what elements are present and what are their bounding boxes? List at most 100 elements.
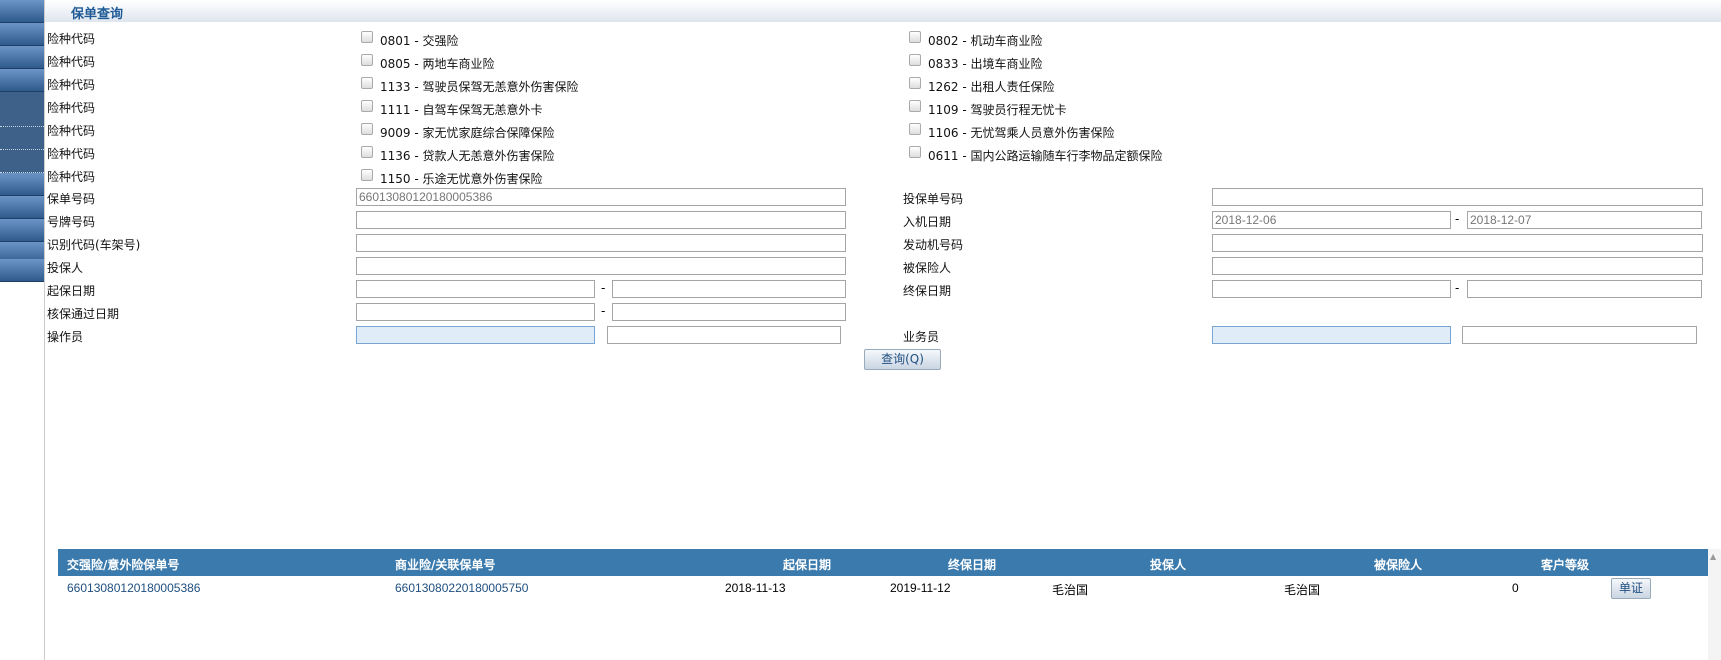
scrollbar[interactable]: ▲ (1708, 549, 1721, 660)
operator-name-input[interactable] (607, 326, 841, 344)
risk-checkbox[interactable] (361, 77, 373, 89)
column-header: 客户等级 (1541, 558, 1590, 572)
risk-code-label: 险种代码 (47, 170, 96, 184)
risk-code-label: 险种代码 (47, 124, 96, 138)
insured-cell: 毛治国 (1284, 583, 1321, 597)
column-header: 起保日期 (783, 558, 832, 572)
sidebar-item[interactable] (0, 69, 44, 92)
compulsory-policy-link[interactable]: 66013080120180005386 (67, 581, 200, 595)
sidebar-item[interactable] (0, 219, 44, 242)
sidebar-item[interactable] (0, 259, 44, 282)
risk-checkbox[interactable] (361, 169, 373, 181)
start-date-label: 起保日期 (47, 284, 96, 298)
approve-date-from-input[interactable] (356, 303, 595, 321)
column-header: 终保日期 (948, 558, 997, 572)
risk-code-label: 险种代码 (47, 55, 96, 69)
risk-checkbox[interactable] (909, 77, 921, 89)
approve-date-label: 核保通过日期 (47, 307, 120, 321)
page-header: 保单查询 (45, 0, 1721, 22)
salesman-label: 业务员 (903, 330, 940, 344)
policy-no-input[interactable]: 66013080120180005386 (356, 188, 846, 206)
column-header: 投保人 (1150, 558, 1187, 572)
operator-label: 操作员 (47, 330, 84, 344)
salesman-code-input[interactable] (1212, 326, 1451, 344)
range-dash: - (1455, 281, 1460, 295)
approve-date-to-input[interactable] (612, 303, 846, 321)
operator-code-input[interactable] (356, 326, 595, 344)
risk-checkbox[interactable] (909, 31, 921, 43)
risk-checkbox[interactable] (909, 146, 921, 158)
customer-level-cell: 0 (1512, 581, 1519, 595)
plate-no-input[interactable] (356, 211, 846, 229)
risk-option-label: 0611 - 国内公路运输随车行李物品定额保险 (928, 149, 1163, 163)
query-button[interactable]: 查询(Q) (864, 349, 941, 370)
sidebar-item[interactable] (0, 196, 44, 219)
risk-code-label: 险种代码 (47, 32, 96, 46)
document-button[interactable]: 单证 (1611, 578, 1651, 599)
risk-checkbox[interactable] (361, 146, 373, 158)
column-header: 被保险人 (1374, 558, 1423, 572)
start-date-cell: 2018-11-13 (725, 581, 786, 595)
plate-no-label: 号牌号码 (47, 215, 96, 229)
range-dash: - (601, 281, 606, 295)
range-dash: - (601, 304, 606, 318)
risk-option-label: 1136 - 贷款人无恙意外伤害保险 (380, 149, 555, 163)
engine-no-input[interactable] (1212, 234, 1703, 252)
risk-option-label: 0801 - 交强险 (380, 34, 459, 48)
sidebar-item[interactable] (0, 46, 44, 69)
entry-date-from-input[interactable]: 2018-12-06 (1212, 211, 1451, 229)
risk-option-label: 9009 - 家无忧家庭综合保障保险 (380, 126, 555, 140)
sidebar-item[interactable] (0, 23, 44, 46)
start-date-to-input[interactable] (612, 280, 846, 298)
risk-option-label: 1106 - 无忧驾乘人员意外伤害保险 (928, 126, 1115, 140)
risk-checkbox[interactable] (909, 54, 921, 66)
risk-code-label: 险种代码 (47, 101, 96, 115)
risk-option-label: 0802 - 机动车商业险 (928, 34, 1043, 48)
vin-label: 识别代码(车架号) (47, 238, 141, 252)
column-header: 交强险/意外险保单号 (67, 558, 180, 572)
risk-checkbox[interactable] (909, 100, 921, 112)
sidebar-item[interactable] (0, 0, 44, 23)
vin-input[interactable] (356, 234, 846, 252)
sidebar-item[interactable] (0, 173, 44, 196)
risk-option-label: 1262 - 出租人责任保险 (928, 80, 1055, 94)
divider (44, 0, 45, 660)
risk-option-label: 1111 - 自驾车保驾无恙意外卡 (380, 103, 543, 117)
risk-option-label: 1133 - 驾驶员保驾无恙意外伤害保险 (380, 80, 579, 94)
engine-no-label: 发动机号码 (903, 238, 964, 252)
entry-date-label: 入机日期 (903, 215, 952, 229)
risk-option-label: 0833 - 出境车商业险 (928, 57, 1043, 71)
risk-checkbox[interactable] (909, 123, 921, 135)
scroll-up-icon[interactable]: ▲ (1710, 552, 1716, 561)
end-date-to-input[interactable] (1467, 280, 1702, 298)
end-date-cell: 2019-11-12 (890, 581, 951, 595)
risk-checkbox[interactable] (361, 100, 373, 112)
sidebar-item[interactable] (0, 150, 44, 173)
start-date-from-input[interactable] (356, 280, 595, 298)
column-header: 商业险/关联保单号 (395, 558, 496, 572)
applicant-label: 投保人 (47, 261, 84, 275)
risk-option-label: 1109 - 驾驶员行程无忧卡 (928, 103, 1067, 117)
risk-code-label: 险种代码 (47, 147, 96, 161)
proposal-no-input[interactable] (1212, 188, 1703, 206)
risk-code-label: 险种代码 (47, 78, 96, 92)
risk-option-label: 0805 - 两地车商业险 (380, 57, 495, 71)
insured-input[interactable] (1212, 257, 1703, 275)
risk-checkbox[interactable] (361, 123, 373, 135)
risk-checkbox[interactable] (361, 31, 373, 43)
policy-no-label: 保单号码 (47, 192, 96, 206)
sidebar-nav (0, 0, 44, 282)
risk-checkbox[interactable] (361, 54, 373, 66)
sidebar-item[interactable] (0, 127, 44, 150)
proposal-no-label: 投保单号码 (903, 192, 964, 206)
salesman-name-input[interactable] (1462, 326, 1697, 344)
end-date-from-input[interactable] (1212, 280, 1451, 298)
commercial-policy-link[interactable]: 66013080220180005750 (395, 581, 528, 595)
applicant-input[interactable] (356, 257, 846, 275)
insured-label: 被保险人 (903, 261, 952, 275)
applicant-cell: 毛治国 (1052, 583, 1089, 597)
entry-date-to-input[interactable]: 2018-12-07 (1467, 211, 1702, 229)
sidebar-item[interactable] (0, 92, 44, 127)
page-title: 保单查询 (71, 7, 124, 22)
table-header: 交强险/意外险保单号 商业险/关联保单号 起保日期 终保日期 投保人 被保险人 … (58, 549, 1708, 576)
